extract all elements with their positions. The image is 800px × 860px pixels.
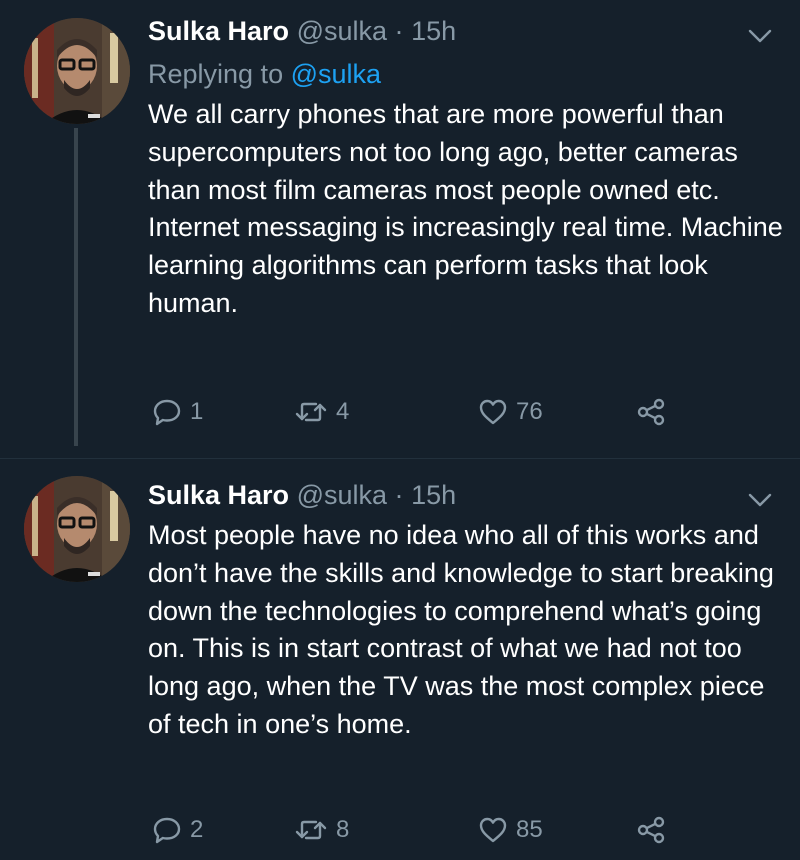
retweet-button[interactable]: 4	[294, 394, 349, 430]
separator-dot: ·	[394, 480, 404, 510]
tweet-1[interactable]: Sulka Haro @sulka · 15h Replying to @sul…	[0, 0, 800, 460]
share-icon	[637, 398, 665, 426]
tweet-actions: 2 8 85	[148, 812, 708, 848]
thread-connector-line	[74, 128, 78, 446]
reply-icon	[153, 399, 181, 426]
avatar-image	[24, 476, 130, 582]
replying-prefix: Replying to	[148, 59, 284, 89]
separator-dot: ·	[394, 16, 404, 46]
reply-icon	[153, 817, 181, 844]
share-icon	[637, 816, 665, 844]
tweet-divider	[0, 458, 800, 459]
heart-icon	[479, 399, 507, 425]
replying-to: Replying to @sulka	[148, 56, 381, 92]
share-button[interactable]	[636, 394, 666, 430]
retweet-icon	[295, 820, 327, 840]
avatar-image	[24, 18, 130, 124]
replying-to-mention[interactable]: @sulka	[291, 59, 381, 89]
reply-button[interactable]: 1	[152, 394, 203, 430]
chevron-down-icon[interactable]	[748, 492, 772, 508]
retweet-icon	[295, 402, 327, 422]
retweet-button[interactable]: 8	[294, 812, 349, 848]
tweet-header: Sulka Haro @sulka · 15h	[148, 478, 456, 512]
reply-count: 1	[190, 398, 204, 425]
chevron-down-icon[interactable]	[748, 28, 772, 44]
reply-button[interactable]: 2	[152, 812, 203, 848]
avatar[interactable]	[24, 476, 130, 582]
like-button[interactable]: 76	[478, 394, 543, 430]
avatar[interactable]	[24, 18, 130, 124]
author-name[interactable]: Sulka Haro	[148, 480, 289, 510]
tweet-2[interactable]: Sulka Haro @sulka · 15h Most people have…	[0, 460, 800, 860]
reply-count: 2	[190, 816, 204, 843]
tweet-actions: 1 4 76	[148, 394, 708, 430]
retweet-count: 8	[336, 816, 350, 843]
heart-icon	[479, 817, 507, 843]
like-count: 76	[516, 398, 543, 425]
timestamp[interactable]: 15h	[411, 16, 456, 46]
share-button[interactable]	[636, 812, 666, 848]
tweet-header: Sulka Haro @sulka · 15h	[148, 14, 456, 48]
retweet-count: 4	[336, 398, 350, 425]
author-handle[interactable]: @sulka	[297, 16, 387, 46]
author-name[interactable]: Sulka Haro	[148, 16, 289, 46]
tweet-text: We all carry phones that are more powerf…	[148, 99, 783, 318]
tweet-text: Most people have no idea who all of this…	[148, 520, 774, 739]
author-handle[interactable]: @sulka	[297, 480, 387, 510]
like-button[interactable]: 85	[478, 812, 543, 848]
like-count: 85	[516, 816, 543, 843]
timestamp[interactable]: 15h	[411, 480, 456, 510]
